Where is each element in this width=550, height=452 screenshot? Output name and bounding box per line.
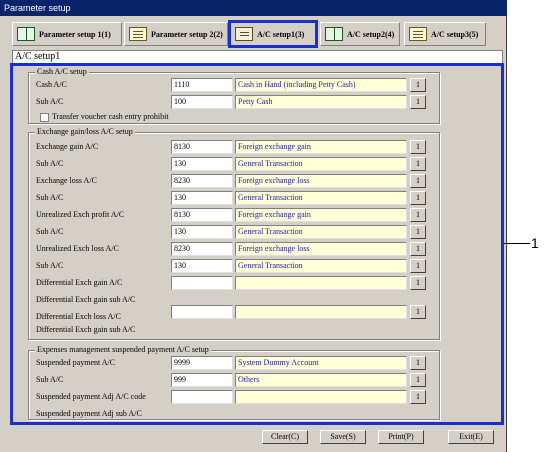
prohibit-checkbox[interactable] [40, 113, 49, 122]
print-button[interactable]: Print(P) [378, 430, 424, 444]
exchange-gain-name-field: Foreign exchange gain [235, 140, 407, 154]
unrealized-loss-label: Unrealized Exch loss A/C [36, 244, 119, 253]
sub-ac-name-field: Petty Cash [235, 95, 407, 109]
sub-ac-label: Sub A/C [36, 375, 64, 384]
exchange-loss-code-input[interactable]: 8230 [171, 174, 233, 188]
suspended-adj-sub-label: Suspended payment Adj sub A/C [36, 409, 142, 418]
sub-ac-label: Sub A/C [36, 193, 64, 202]
lookup-button[interactable]: 1 [410, 191, 426, 205]
sub-ac-code-input[interactable]: 999 [171, 373, 233, 387]
group-title: Expenses management suspended payment A/… [35, 345, 211, 354]
unrealized-profit-code-input[interactable]: 8130 [171, 208, 233, 222]
callout-line [504, 243, 530, 244]
prohibit-label: Transfer voucher cash entry prohibit [52, 112, 169, 121]
lookup-button[interactable]: 1 [410, 140, 426, 154]
differential-loss-label: Differential Exch loss A/C [36, 312, 121, 321]
lookup-button[interactable]: 1 [410, 276, 426, 290]
cash-ac-code-input[interactable]: 1110 [171, 78, 233, 92]
lookup-button[interactable]: 1 [410, 259, 426, 273]
exchange-loss-name-field: Foreign exchange loss [235, 174, 407, 188]
lookup-button[interactable]: 1 [410, 78, 426, 92]
tab-label: Parameter setup 2(2) [151, 29, 223, 39]
card-icon [235, 27, 253, 41]
unrealized-profit-label: Unrealized Exch profit A/C [36, 210, 125, 219]
page-icon [129, 27, 147, 41]
differential-gain-name-field [235, 276, 407, 290]
suspended-adj-name-field [235, 390, 407, 404]
cash-ac-name-field: Cash in Hand (including Petty Cash) [235, 78, 407, 92]
exchange-gain-code-input[interactable]: 8130 [171, 140, 233, 154]
exchange-loss-label: Exchange loss A/C [36, 176, 97, 185]
suspended-payment-name-field: System Dummy Account [235, 356, 407, 370]
tab-label: Parameter setup 1(1) [39, 29, 111, 39]
save-button[interactable]: Save(S) [320, 430, 366, 444]
tab-label: A/C setup1(3) [257, 29, 305, 39]
clear-button[interactable]: Clear(C) [262, 430, 308, 444]
book-icon [325, 27, 343, 41]
window-title: Parameter setup [0, 0, 507, 16]
sub-ac-code-input[interactable]: 130 [171, 157, 233, 171]
unrealized-loss-name-field: Foreign exchange loss [235, 242, 407, 256]
lookup-button[interactable]: 1 [410, 242, 426, 256]
sub-ac-label: Sub A/C [36, 97, 64, 106]
tab-bar: Parameter setup 1(1) Parameter setup 2(2… [0, 18, 507, 48]
lookup-button[interactable]: 1 [410, 305, 426, 319]
differential-gain-sub-label: Differential Exch gain sub A/C [36, 295, 136, 304]
differential-loss-sub-label: Differential Exch gain sub A/C [36, 325, 136, 334]
suspended-adj-code-input[interactable] [171, 390, 233, 404]
exchange-gain-label: Exchange gain A/C [36, 142, 99, 151]
book-icon [17, 27, 35, 41]
unrealized-loss-code-input[interactable]: 8230 [171, 242, 233, 256]
tab-label: A/C setup2(4) [347, 29, 395, 39]
differential-gain-code-input[interactable] [171, 276, 233, 290]
exit-button[interactable]: Exit(E) [448, 430, 494, 444]
lookup-button[interactable]: 1 [410, 157, 426, 171]
tab-parameter-setup-1[interactable]: Parameter setup 1(1) [12, 22, 122, 46]
page-title: A/C setup1 [12, 50, 503, 64]
sub-ac-name-field: General Transaction [235, 259, 407, 273]
lookup-button[interactable]: 1 [410, 174, 426, 188]
lookup-button[interactable]: 1 [410, 356, 426, 370]
differential-loss-name-field [235, 305, 407, 319]
tab-ac-setup-1[interactable]: A/C setup1(3) [228, 20, 318, 48]
sub-ac-name-field: Others [235, 373, 407, 387]
group-title: Cash A/C setup [35, 67, 89, 76]
tab-parameter-setup-2[interactable]: Parameter setup 2(2) [124, 22, 228, 46]
sub-ac-name-field: General Transaction [235, 225, 407, 239]
tab-label: A/C setup3(5) [431, 29, 479, 39]
sub-ac-code-input[interactable]: 130 [171, 191, 233, 205]
differential-gain-label: Differential Exch gain A/C [36, 278, 123, 287]
parameter-setup-window: Parameter setup Parameter setup 1(1) Par… [0, 0, 507, 452]
sub-ac-label: Sub A/C [36, 261, 64, 270]
cash-ac-label: Cash A/C [36, 80, 67, 89]
unrealized-profit-name-field: Foreign exchange gain [235, 208, 407, 222]
page-icon [409, 27, 427, 41]
differential-loss-code-input[interactable] [171, 305, 233, 319]
sub-ac-code-input[interactable]: 100 [171, 95, 233, 109]
lookup-button[interactable]: 1 [410, 95, 426, 109]
sub-ac-name-field: General Transaction [235, 191, 407, 205]
sub-ac-label: Sub A/C [36, 227, 64, 236]
lookup-button[interactable]: 1 [410, 225, 426, 239]
callout-number: 1 [531, 235, 539, 251]
sub-ac-code-input[interactable]: 130 [171, 225, 233, 239]
suspended-payment-label: Suspended payment A/C [36, 358, 116, 367]
sub-ac-label: Sub A/C [36, 159, 64, 168]
lookup-button[interactable]: 1 [410, 373, 426, 387]
lookup-button[interactable]: 1 [410, 208, 426, 222]
tab-ac-setup-2[interactable]: A/C setup2(4) [320, 22, 400, 46]
lookup-button[interactable]: 1 [410, 390, 426, 404]
group-title: Exchange gain/loss A/C setup [35, 127, 135, 136]
sub-ac-code-input[interactable]: 130 [171, 259, 233, 273]
sub-ac-name-field: General Transaction [235, 157, 407, 171]
suspended-adj-code-label: Suspended payment Adj A/C code [36, 392, 146, 401]
tab-ac-setup-3[interactable]: A/C setup3(5) [404, 22, 486, 46]
suspended-payment-code-input[interactable]: 9999 [171, 356, 233, 370]
